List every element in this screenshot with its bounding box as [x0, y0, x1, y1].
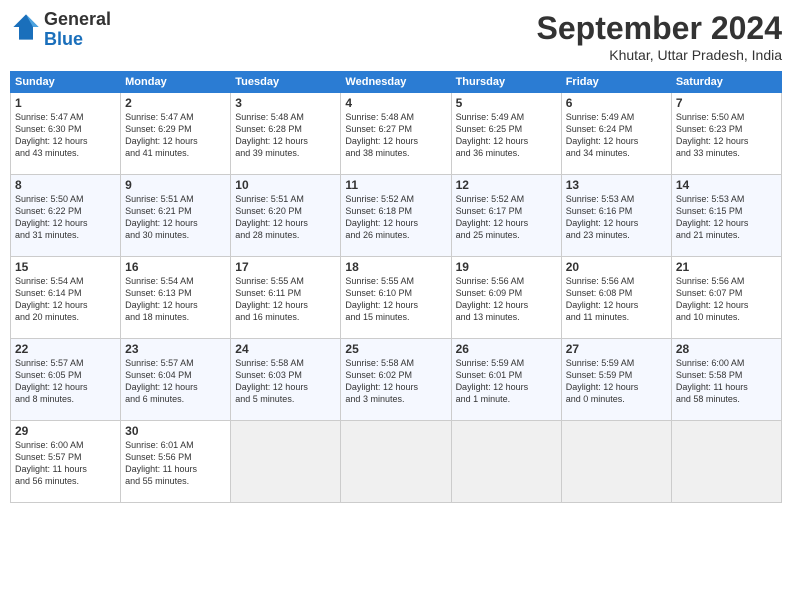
day-10: 10 Sunrise: 5:51 AMSunset: 6:20 PMDaylig… [231, 175, 341, 257]
location: Khutar, Uttar Pradesh, India [537, 47, 782, 63]
day-1: 1 Sunrise: 5:47 AMSunset: 6:30 PMDayligh… [11, 93, 121, 175]
logo-icon [12, 13, 40, 41]
day-5: 5 Sunrise: 5:49 AMSunset: 6:25 PMDayligh… [451, 93, 561, 175]
month-title: September 2024 [537, 10, 782, 47]
day-19: 19 Sunrise: 5:56 AMSunset: 6:09 PMDaylig… [451, 257, 561, 339]
logo-general: General [44, 9, 111, 29]
week-2: 8 Sunrise: 5:50 AMSunset: 6:22 PMDayligh… [11, 175, 782, 257]
empty-2 [341, 421, 451, 503]
day-25: 25 Sunrise: 5:58 AMSunset: 6:02 PMDaylig… [341, 339, 451, 421]
day-29: 29 Sunrise: 6:00 AMSunset: 5:57 PMDaylig… [11, 421, 121, 503]
day-28: 28 Sunrise: 6:00 AMSunset: 5:58 PMDaylig… [671, 339, 781, 421]
page: General Blue September 2024 Khutar, Utta… [0, 0, 792, 612]
week-1: 1 Sunrise: 5:47 AMSunset: 6:30 PMDayligh… [11, 93, 782, 175]
day-16: 16 Sunrise: 5:54 AMSunset: 6:13 PMDaylig… [121, 257, 231, 339]
header: General Blue September 2024 Khutar, Utta… [10, 10, 782, 63]
col-thursday: Thursday [451, 72, 561, 93]
col-tuesday: Tuesday [231, 72, 341, 93]
day-26: 26 Sunrise: 5:59 AMSunset: 6:01 PMDaylig… [451, 339, 561, 421]
day-14: 14 Sunrise: 5:53 AMSunset: 6:15 PMDaylig… [671, 175, 781, 257]
day-3: 3 Sunrise: 5:48 AMSunset: 6:28 PMDayligh… [231, 93, 341, 175]
day-30: 30 Sunrise: 6:01 AMSunset: 5:56 PMDaylig… [121, 421, 231, 503]
calendar: Sunday Monday Tuesday Wednesday Thursday… [10, 71, 782, 503]
day-24: 24 Sunrise: 5:58 AMSunset: 6:03 PMDaylig… [231, 339, 341, 421]
empty-4 [561, 421, 671, 503]
col-sunday: Sunday [11, 72, 121, 93]
day-4: 4 Sunrise: 5:48 AMSunset: 6:27 PMDayligh… [341, 93, 451, 175]
day-6: 6 Sunrise: 5:49 AMSunset: 6:24 PMDayligh… [561, 93, 671, 175]
day-7: 7 Sunrise: 5:50 AMSunset: 6:23 PMDayligh… [671, 93, 781, 175]
day-8: 8 Sunrise: 5:50 AMSunset: 6:22 PMDayligh… [11, 175, 121, 257]
day-18: 18 Sunrise: 5:55 AMSunset: 6:10 PMDaylig… [341, 257, 451, 339]
day-11: 11 Sunrise: 5:52 AMSunset: 6:18 PMDaylig… [341, 175, 451, 257]
day-22: 22 Sunrise: 5:57 AMSunset: 6:05 PMDaylig… [11, 339, 121, 421]
day-12: 12 Sunrise: 5:52 AMSunset: 6:17 PMDaylig… [451, 175, 561, 257]
day-20: 20 Sunrise: 5:56 AMSunset: 6:08 PMDaylig… [561, 257, 671, 339]
day-9: 9 Sunrise: 5:51 AMSunset: 6:21 PMDayligh… [121, 175, 231, 257]
week-4: 22 Sunrise: 5:57 AMSunset: 6:05 PMDaylig… [11, 339, 782, 421]
empty-5 [671, 421, 781, 503]
day-23: 23 Sunrise: 5:57 AMSunset: 6:04 PMDaylig… [121, 339, 231, 421]
empty-3 [451, 421, 561, 503]
day-15: 15 Sunrise: 5:54 AMSunset: 6:14 PMDaylig… [11, 257, 121, 339]
day-17: 17 Sunrise: 5:55 AMSunset: 6:11 PMDaylig… [231, 257, 341, 339]
col-wednesday: Wednesday [341, 72, 451, 93]
logo-text: General Blue [44, 10, 111, 50]
week-5: 29 Sunrise: 6:00 AMSunset: 5:57 PMDaylig… [11, 421, 782, 503]
col-monday: Monday [121, 72, 231, 93]
empty-1 [231, 421, 341, 503]
day-13: 13 Sunrise: 5:53 AMSunset: 6:16 PMDaylig… [561, 175, 671, 257]
logo-blue: Blue [44, 29, 83, 49]
title-block: September 2024 Khutar, Uttar Pradesh, In… [537, 10, 782, 63]
col-saturday: Saturday [671, 72, 781, 93]
col-friday: Friday [561, 72, 671, 93]
day-21: 21 Sunrise: 5:56 AMSunset: 6:07 PMDaylig… [671, 257, 781, 339]
logo: General Blue [10, 10, 111, 50]
day-2: 2 Sunrise: 5:47 AMSunset: 6:29 PMDayligh… [121, 93, 231, 175]
day-27: 27 Sunrise: 5:59 AMSunset: 5:59 PMDaylig… [561, 339, 671, 421]
header-row: Sunday Monday Tuesday Wednesday Thursday… [11, 72, 782, 93]
week-3: 15 Sunrise: 5:54 AMSunset: 6:14 PMDaylig… [11, 257, 782, 339]
